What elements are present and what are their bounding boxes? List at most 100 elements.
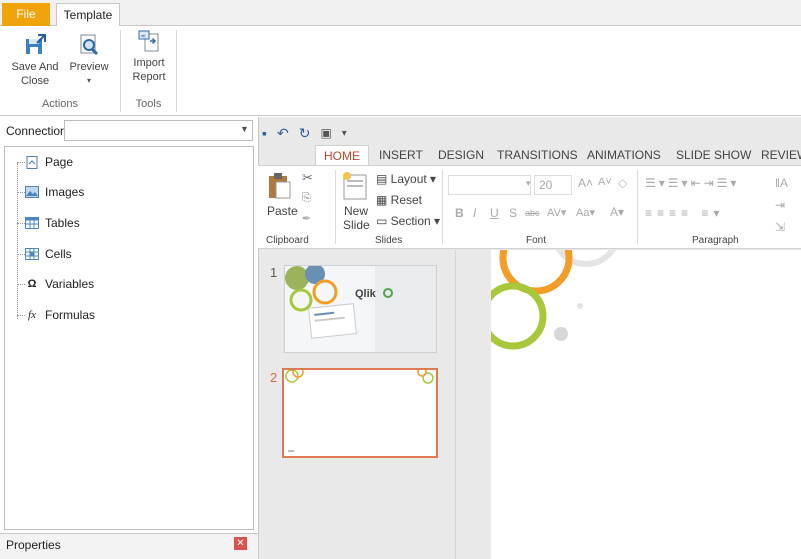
fx-icon: fx — [28, 309, 36, 321]
import-report-label: Import Report — [132, 57, 166, 83]
preview-label: Preview — [69, 61, 109, 73]
redo-icon[interactable]: ↻ — [299, 125, 311, 142]
svg-text:≪: ≪ — [141, 34, 146, 40]
properties-label: Properties — [6, 538, 61, 552]
slide-number: 2 — [270, 370, 278, 385]
chevron-down-icon[interactable]: ▾ — [526, 178, 531, 189]
slide-pane-divider — [456, 250, 491, 559]
tree-item-cells[interactable]: Cells — [25, 247, 72, 261]
section-button[interactable]: ▭ Section ▾ — [376, 214, 440, 228]
tree-item-variables[interactable]: Ω Variables — [25, 277, 95, 291]
tree-branch — [17, 284, 25, 285]
tree-branch — [17, 192, 25, 193]
group-label-actions: Actions — [41, 98, 79, 110]
omega-icon: Ω — [27, 278, 37, 290]
save-icon — [26, 34, 46, 54]
reset-label: Reset — [390, 193, 423, 207]
list-icons[interactable]: ☰▾☰▾⇤⇥☰▾ — [645, 176, 739, 190]
new-slide-label[interactable]: New Slide — [343, 204, 370, 232]
clear-format-icon[interactable]: ◇ — [618, 176, 627, 190]
slide-2-preview — [285, 366, 434, 452]
tab-transitions[interactable]: TRANSITIONS — [497, 145, 578, 165]
shrink-font-icon[interactable]: A˅ — [598, 176, 612, 188]
reset-button[interactable]: ▦ Reset — [376, 193, 422, 207]
group-divider — [637, 170, 638, 244]
save-and-close-button[interactable]: Save And Close — [6, 34, 64, 88]
powerpoint-tab-bar: HOME INSERT DESIGN TRANSITIONS ANIMATION… — [258, 145, 801, 165]
grow-font-icon[interactable]: A˄ — [578, 176, 593, 190]
cut-icon[interactable]: ✂ — [302, 170, 313, 186]
quick-access-toolbar: ▪ ↶ ↻ ▣ ▾ — [262, 124, 347, 142]
slide-editor-canvas[interactable] — [491, 250, 801, 559]
page-icon — [25, 155, 39, 169]
save-icon[interactable]: ▪ — [262, 125, 267, 141]
save-and-close-label: Save And Close — [11, 61, 59, 87]
slide-thumbnail-1[interactable]: Qlik — [284, 265, 437, 353]
connection-select[interactable] — [64, 120, 253, 141]
chevron-down-icon[interactable]: ▼ — [240, 124, 249, 134]
group-divider — [335, 170, 336, 244]
element-tree: Page Images Tables Cells Ω Variables fx … — [4, 146, 254, 530]
tab-insert[interactable]: INSERT — [379, 145, 423, 165]
tab-design[interactable]: DESIGN — [438, 145, 484, 165]
import-report-icon: ≪ — [138, 30, 159, 52]
font-color-icon[interactable]: A▾ — [610, 205, 624, 219]
tree-item-tables[interactable]: Tables — [25, 216, 80, 230]
shadow-icon[interactable]: S — [509, 206, 517, 220]
italic-icon[interactable]: I — [473, 206, 476, 220]
tree-item-label: Images — [45, 185, 85, 199]
customize-icon[interactable]: ▾ — [342, 128, 347, 139]
tables-icon — [25, 217, 39, 230]
tree-item-label: Formulas — [45, 308, 96, 322]
tab-template[interactable]: Template — [56, 3, 120, 27]
font-name-select[interactable] — [448, 175, 531, 195]
undo-icon[interactable]: ↶ — [277, 125, 289, 142]
group-label-paragraph: Paragraph — [692, 235, 739, 246]
tree-branch — [17, 254, 25, 255]
tree-branch — [17, 315, 25, 316]
app-tab-bar — [0, 0, 801, 26]
import-report-button[interactable]: ≪ Import Report — [126, 30, 172, 84]
layout-label: Layout — [390, 172, 427, 186]
layout-button[interactable]: ▤ Layout ▾ — [376, 172, 436, 186]
tree-line — [17, 163, 18, 319]
slide-decoration — [491, 250, 617, 350]
group-label-font: Font — [526, 235, 547, 246]
tree-item-label: Variables — [45, 277, 95, 291]
tab-animations[interactable]: ANIMATIONS — [587, 145, 661, 165]
section-label: Section — [390, 214, 431, 228]
slide-number: 1 — [270, 265, 278, 280]
align-icons[interactable]: ≡≡≡≡ ≡▾ — [645, 206, 724, 220]
qlik-logo: Qlik — [355, 288, 376, 300]
tab-file[interactable]: File — [2, 3, 50, 26]
tab-slide-show[interactable]: SLIDE SHOW — [676, 145, 751, 165]
font-size-select[interactable]: 20 — [534, 175, 572, 195]
preview-icon — [80, 34, 99, 56]
tree-item-page[interactable]: Page — [25, 155, 73, 169]
tree-item-images[interactable]: Images — [25, 185, 84, 199]
text-direction-icon[interactable]: ‖A ⇥ ⇲ — [775, 172, 788, 238]
preview-button[interactable]: Preview ▾ — [66, 34, 112, 88]
group-label-tools: Tools — [135, 98, 162, 110]
new-slide-icon[interactable] — [342, 172, 368, 202]
format-painter-icon[interactable]: ✒ — [302, 212, 311, 225]
tree-item-label: Page — [45, 155, 74, 169]
copy-icon[interactable]: ⎘ — [302, 192, 311, 205]
tab-review[interactable]: REVIEW — [761, 145, 801, 165]
strikethrough-icon[interactable]: abc — [525, 208, 540, 218]
close-icon[interactable]: ✕ — [234, 537, 247, 550]
underline-icon[interactable]: U — [490, 206, 499, 220]
paste-label[interactable]: Paste — [267, 204, 298, 218]
tree-item-formulas[interactable]: fx Formulas — [25, 308, 95, 322]
bold-icon[interactable]: B — [455, 206, 464, 220]
change-case-icon[interactable]: Aa▾ — [576, 206, 595, 219]
ribbon: Save And Close Preview ▾ Actions ≪ Impor… — [0, 26, 801, 116]
paste-icon[interactable] — [266, 172, 292, 200]
char-spacing-icon[interactable]: AV▾ — [547, 206, 566, 219]
preview-dropdown-icon[interactable]: ▾ — [66, 74, 112, 88]
slideshow-icon[interactable]: ▣ — [320, 126, 331, 140]
group-divider — [176, 30, 177, 112]
tab-home[interactable]: HOME — [315, 145, 369, 165]
slide-thumbnail-2[interactable] — [282, 366, 438, 458]
group-divider — [442, 170, 443, 244]
